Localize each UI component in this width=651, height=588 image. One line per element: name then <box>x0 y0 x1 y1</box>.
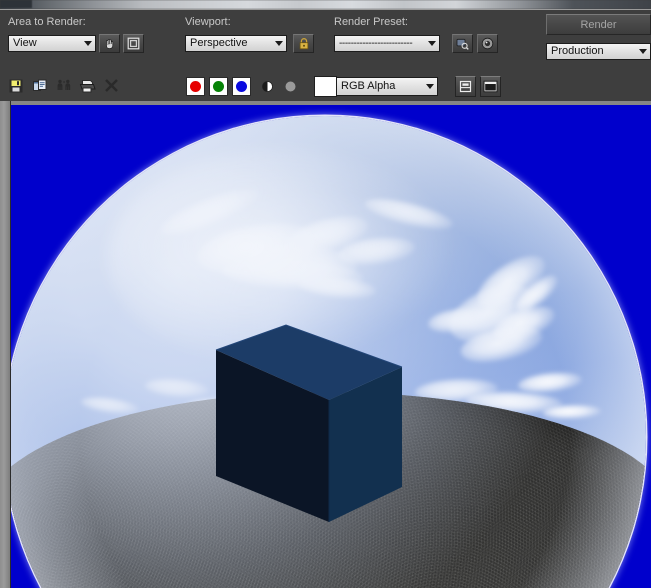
rendered-image[interactable] <box>11 105 651 588</box>
navy-box-object <box>11 116 646 588</box>
red-channel-dot <box>190 81 201 92</box>
render-preset-group: Render Preset: ------------------------- <box>334 16 498 53</box>
green-channel-button[interactable] <box>209 77 228 96</box>
chrome-sphere <box>11 116 646 588</box>
chevron-down-icon <box>80 41 95 46</box>
chevron-down-icon <box>422 84 437 89</box>
channel-display-dropdown[interactable]: RGB Alpha <box>336 77 438 96</box>
render-setup-icon[interactable] <box>452 34 473 53</box>
render-preset-dropdown[interactable]: ------------------------- <box>334 35 440 52</box>
render-preset-label: Render Preset: <box>334 16 408 28</box>
viewport-value: Perspective <box>190 37 248 49</box>
render-button-label: Render <box>580 18 617 31</box>
image-toolbar: RGB Alpha <box>0 72 651 102</box>
render-control-panel: Area to Render: View Viewport: Perspecti… <box>0 10 651 73</box>
blue-channel-dot <box>236 81 247 92</box>
channel-display-value: RGB Alpha <box>341 80 396 92</box>
print-bitmap-icon[interactable] <box>78 76 97 95</box>
rendered-frame-window: Area to Render: View Viewport: Perspecti… <box>0 0 651 588</box>
color-swatch[interactable] <box>314 76 337 97</box>
save-bitmap-icon[interactable] <box>6 76 25 95</box>
render-preset-value: ------------------------- <box>339 38 413 49</box>
clear-bitmap-icon[interactable] <box>102 76 121 95</box>
clone-bitmap-icon[interactable] <box>54 76 73 95</box>
environment-icon[interactable] <box>477 34 498 53</box>
green-channel-dot <box>213 81 224 92</box>
render-mode-dropdown[interactable]: Production <box>546 43 651 60</box>
render-button[interactable]: Render <box>546 14 651 35</box>
mono-channel-button[interactable] <box>281 77 300 96</box>
render-image-area[interactable] <box>0 101 651 588</box>
chevron-down-icon <box>635 49 650 54</box>
chevron-down-icon <box>424 41 439 46</box>
alpha-channel-button[interactable] <box>258 77 277 96</box>
render-mode-value: Production <box>551 45 604 57</box>
area-to-render-group: Area to Render: View <box>8 16 144 53</box>
area-to-render-value: View <box>13 37 37 49</box>
region-select-icon[interactable] <box>123 34 144 53</box>
viewport-dropdown[interactable]: Perspective <box>185 35 287 52</box>
area-to-render-dropdown[interactable]: View <box>8 35 96 52</box>
area-to-render-label: Area to Render: <box>8 16 86 28</box>
duplicate-window-icon[interactable] <box>480 76 501 97</box>
red-channel-button[interactable] <box>186 77 205 96</box>
chevron-down-icon <box>271 41 286 46</box>
hand-icon[interactable] <box>99 34 120 53</box>
toggle-ui-icon[interactable] <box>455 76 476 97</box>
background-desktop-strip <box>0 0 651 9</box>
blue-channel-button[interactable] <box>232 77 251 96</box>
copy-bitmap-icon[interactable] <box>30 76 49 95</box>
lock-icon[interactable] <box>293 34 314 53</box>
viewport-group: Viewport: Perspective <box>185 16 314 53</box>
background-window-corner <box>0 0 32 8</box>
render-action-group: Render Production <box>546 14 651 60</box>
image-left-rail <box>0 101 11 588</box>
viewport-label: Viewport: <box>185 16 231 28</box>
